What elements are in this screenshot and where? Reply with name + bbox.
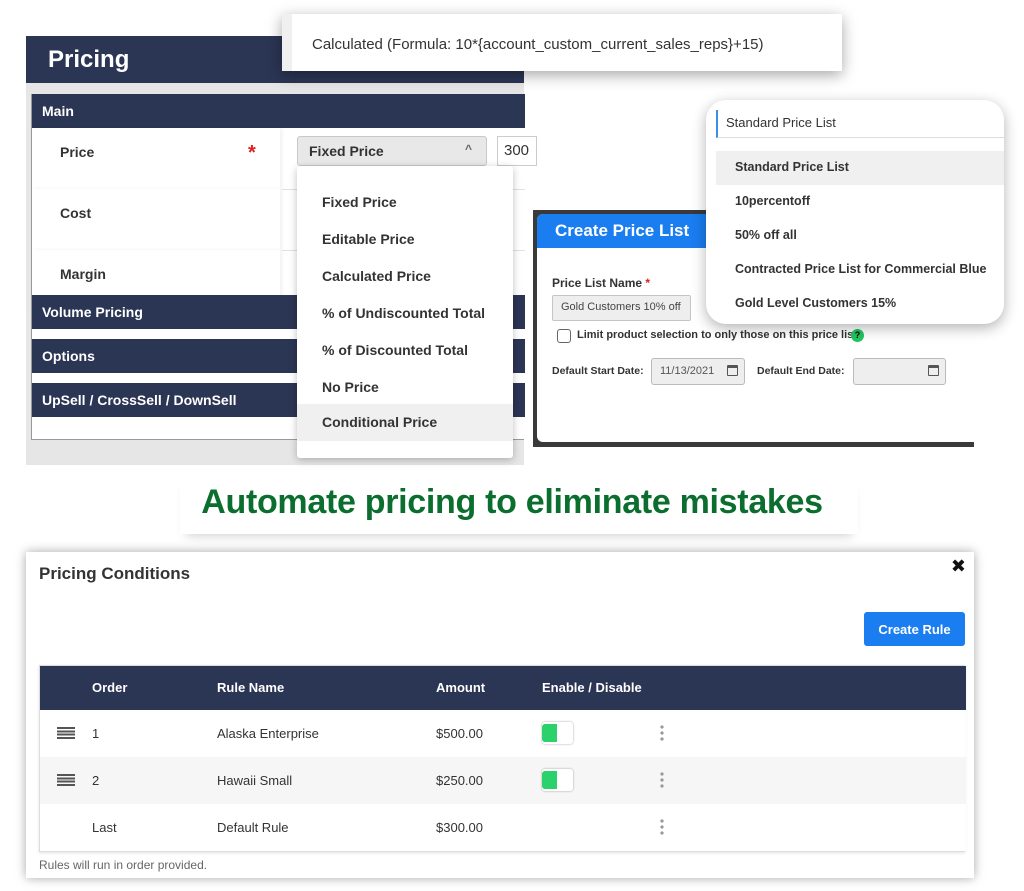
column-header-amount: Amount [436,680,486,695]
pricing-conditions-modal: Pricing Conditions ✖ Create Rule Order R… [26,552,974,878]
column-header-rule-name: Rule Name [217,680,285,695]
enable-toggle[interactable] [542,769,573,791]
price-type-option[interactable]: No Price [297,369,513,406]
price-type-option-highlighted[interactable]: Conditional Price [297,404,513,441]
price-type-option[interactable]: % of Discounted Total [297,332,513,369]
rules-table: Order Rule Name Amount Enable / Disable … [39,665,966,852]
create-rule-button[interactable]: Create Rule [864,612,965,646]
more-options-icon[interactable] [660,724,664,742]
limit-products-checkbox[interactable] [557,329,571,343]
rule-amount: $300.00 [436,820,483,835]
required-indicator: * [645,276,651,290]
price-list-dropdown: Standard Price List Standard Price List … [706,100,1004,324]
table-row[interactable]: 1 Alaska Enterprise $500.00 [40,710,966,757]
create-price-list-header: Create Price List [537,214,717,248]
enable-toggle[interactable] [542,722,573,744]
price-list-option[interactable]: 50% off all [716,219,1004,253]
cost-label: Cost [60,205,92,221]
table-header: Order Rule Name Amount Enable / Disable [40,666,966,710]
rule-order: Last [92,820,117,835]
price-list-search-input[interactable]: Standard Price List [716,110,1004,138]
table-row[interactable]: 2 Hawaii Small $250.00 [40,757,966,804]
section-main[interactable]: Main [32,94,525,128]
price-label: Price [60,144,95,160]
help-icon[interactable]: ? [851,329,864,342]
start-date-input[interactable]: 11/13/2021 [651,358,745,385]
rule-order: 2 [92,773,100,788]
pricing-title: Pricing [48,46,130,73]
rule-name: Default Rule [217,820,289,835]
rules-order-note: Rules will run in order provided. [39,858,208,872]
calendar-icon[interactable] [928,365,939,376]
limit-products-label: Limit product selection to only those on… [577,329,857,341]
calendar-icon[interactable] [727,365,738,376]
formula-text: Calculated (Formula: 10*{account_custom_… [312,36,764,53]
more-options-icon[interactable] [660,771,664,789]
margin-label: Margin [60,266,106,282]
price-list-name-input[interactable]: Gold Customers 10% off [552,295,691,321]
price-type-select[interactable]: Fixed Price ^ [297,136,487,166]
price-list-option[interactable]: Gold Level Customers 15% [716,287,1004,321]
rule-name: Alaska Enterprise [217,726,319,741]
price-type-option[interactable]: Editable Price [297,221,513,258]
column-header-order: Order [92,680,128,695]
price-value-input[interactable]: 300 [497,136,537,166]
price-type-value: Fixed Price [309,143,384,159]
headline: Automate pricing to eliminate mistakes [201,483,823,521]
drag-handle-icon[interactable] [57,774,75,786]
column-header-enable: Enable / Disable [542,680,642,695]
table-row[interactable]: Last Default Rule $300.00 [40,804,966,851]
end-date-input[interactable] [853,358,946,385]
close-icon[interactable]: ✖ [951,556,966,577]
price-list-option-highlighted[interactable]: Standard Price List [716,151,1004,185]
required-indicator: * [248,142,256,164]
drag-handle-icon[interactable] [57,727,75,739]
price-list-option[interactable]: Contracted Price List for Commercial Blu… [716,253,1004,287]
price-type-option[interactable]: Calculated Price [297,258,513,295]
more-options-icon[interactable] [660,818,664,836]
price-list-name-label: Price List Name * [552,276,651,290]
price-list-option[interactable]: 10percentoff [716,185,1004,219]
rule-amount: $250.00 [436,773,483,788]
chevron-up-icon: ^ [464,142,472,156]
price-type-option[interactable]: Fixed Price [297,184,513,221]
pricing-conditions-title: Pricing Conditions [39,564,191,583]
formula-tooltip: Calculated (Formula: 10*{account_custom_… [282,14,842,71]
start-date-label: Default Start Date: [552,365,644,377]
start-date-value: 11/13/2021 [660,365,715,377]
end-date-label: Default End Date: [757,365,845,377]
price-type-dropdown: Fixed Price Editable Price Calculated Pr… [297,166,513,458]
rule-order: 1 [92,726,100,741]
rule-name: Hawaii Small [217,773,293,788]
price-type-option[interactable]: % of Undiscounted Total [297,295,513,332]
create-price-list-title: Create Price List [555,221,690,240]
rule-amount: $500.00 [436,726,483,741]
